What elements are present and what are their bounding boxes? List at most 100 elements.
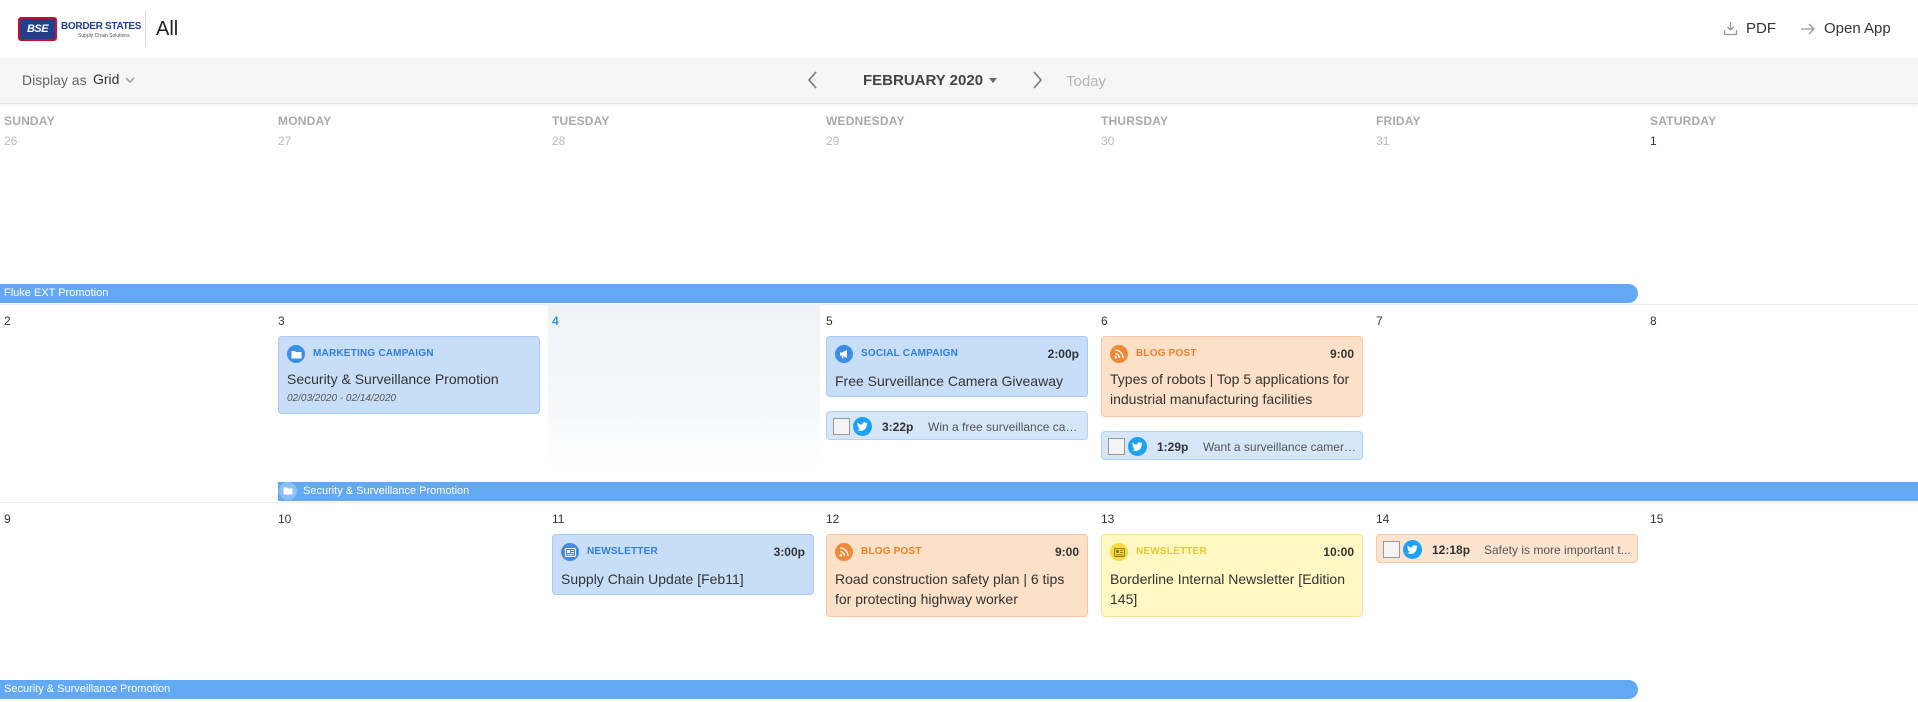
logo-name: BORDER STATES xyxy=(61,21,142,32)
weekday-header: WEDNESDAY xyxy=(826,114,905,128)
social-post-twitter[interactable]: 1:29p Want a surveillance camera... xyxy=(1101,431,1363,460)
event-bar-label: Security & Surveillance Promotion xyxy=(303,485,470,497)
display-as-value: Grid xyxy=(93,71,120,87)
day-number[interactable]: 14 xyxy=(1376,512,1389,526)
event-title: Borderline Internal Newsletter [Edition … xyxy=(1110,571,1346,607)
day-number[interactable]: 26 xyxy=(4,134,17,148)
event-type: SOCIAL CAMPAIGN xyxy=(861,348,959,359)
caret-down-icon xyxy=(989,78,998,83)
chevron-right-icon xyxy=(1030,71,1044,94)
pdf-button[interactable]: PDF xyxy=(1723,20,1776,37)
day-number[interactable]: 11 xyxy=(552,512,564,526)
today-highlight xyxy=(548,304,820,469)
event-card-newsletter[interactable]: NEWSLETTER 10:00 Borderline Internal New… xyxy=(1101,534,1363,617)
event-date-range: 02/03/2020 - 02/14/2020 xyxy=(287,393,396,404)
event-time: 3:00p xyxy=(773,545,805,559)
open-app-button[interactable]: Open App xyxy=(1800,20,1891,37)
folder-icon xyxy=(279,482,297,500)
event-time: 9:00 xyxy=(1329,347,1354,361)
calendar-toolbar: Display as Grid FEBRUARY 2020 Today xyxy=(0,58,1918,104)
day-number[interactable]: 9 xyxy=(4,512,11,526)
day-number[interactable]: 28 xyxy=(552,134,565,148)
weekday-header: FRIDAY xyxy=(1376,114,1421,128)
today-button[interactable]: Today xyxy=(1066,73,1106,90)
event-type: BLOG POST xyxy=(1136,348,1197,359)
event-bar-security-promotion[interactable]: Security & Surveillance Promotion xyxy=(278,482,1918,501)
next-month-button[interactable] xyxy=(1030,70,1044,95)
event-title: Types of robots | Top 5 applications for… xyxy=(1110,371,1350,407)
event-title: Free Surveillance Camera Giveaway xyxy=(835,373,1063,389)
rss-icon xyxy=(1110,345,1128,363)
header-divider xyxy=(145,11,146,46)
day-number[interactable]: 29 xyxy=(826,134,839,148)
event-type: MARKETING CAMPAIGN xyxy=(313,348,434,359)
day-number-today[interactable]: 4 xyxy=(552,314,559,328)
day-number[interactable]: 8 xyxy=(1650,314,1657,328)
event-time: 10:00 xyxy=(1323,545,1354,559)
calendar-grid: SUNDAY MONDAY TUESDAY WEDNESDAY THURSDAY… xyxy=(0,104,1918,702)
post-text: Safety is more important t... xyxy=(1484,543,1631,557)
event-time: 9:00 xyxy=(1054,545,1079,559)
arrow-right-icon xyxy=(1800,22,1816,36)
day-number[interactable]: 15 xyxy=(1650,512,1663,526)
border-states-logo[interactable]: BSE BORDER STATES Supply Chain Solutions xyxy=(18,17,141,41)
weekday-header: MONDAY xyxy=(278,114,332,128)
day-number[interactable]: 10 xyxy=(278,512,291,526)
newsletter-icon xyxy=(1110,543,1128,561)
social-post-twitter[interactable]: 3:22p Win a free surveillance cam... xyxy=(826,411,1088,440)
weekday-header: SUNDAY xyxy=(4,114,55,128)
logo-badge: BSE xyxy=(18,17,57,41)
app-header: BSE BORDER STATES Supply Chain Solutions… xyxy=(0,0,1918,58)
day-number[interactable]: 7 xyxy=(1376,314,1383,328)
day-number[interactable]: 13 xyxy=(1101,512,1114,526)
post-text: Want a surveillance camera... xyxy=(1203,440,1357,454)
event-bar-security-promotion[interactable]: Security & Surveillance Promotion xyxy=(0,680,1638,699)
event-bar-fluke-ext-promotion[interactable]: Fluke EXT Promotion xyxy=(0,284,1638,303)
broken-image-icon xyxy=(1383,541,1400,558)
display-as-dropdown[interactable]: Grid xyxy=(93,71,135,87)
event-card-blog-post[interactable]: BLOG POST 9:00 Road construction safety … xyxy=(826,534,1088,617)
download-icon xyxy=(1723,21,1738,36)
megaphone-icon xyxy=(835,345,853,363)
day-number[interactable]: 30 xyxy=(1101,134,1114,148)
twitter-icon xyxy=(1403,540,1422,559)
previous-month-button[interactable] xyxy=(806,70,820,95)
chevron-left-icon xyxy=(806,71,820,94)
twitter-icon xyxy=(1128,437,1147,456)
event-card-social-campaign[interactable]: SOCIAL CAMPAIGN 2:00p Free Surveillance … xyxy=(826,336,1088,397)
event-type: BLOG POST xyxy=(861,546,922,557)
weekday-header: SATURDAY xyxy=(1650,114,1717,128)
folder-icon xyxy=(287,345,305,363)
day-number[interactable]: 2 xyxy=(4,314,11,328)
event-card-newsletter[interactable]: NEWSLETTER 3:00p Supply Chain Update [Fe… xyxy=(552,534,814,595)
rss-icon xyxy=(835,543,853,561)
day-number[interactable]: 31 xyxy=(1376,134,1389,148)
event-title: Security & Surveillance Promotion xyxy=(287,371,499,387)
event-title: Supply Chain Update [Feb11] xyxy=(561,571,744,587)
logo-tagline: Supply Chain Solutions xyxy=(78,33,130,39)
broken-image-icon xyxy=(833,418,850,435)
day-number[interactable]: 5 xyxy=(826,314,833,328)
social-post-twitter[interactable]: 12:18p Safety is more important t... xyxy=(1376,534,1638,563)
month-selector[interactable]: FEBRUARY 2020 xyxy=(863,72,998,89)
display-as-label: Display as xyxy=(22,72,87,88)
event-type: NEWSLETTER xyxy=(587,546,658,557)
weekday-header: TUESDAY xyxy=(552,114,610,128)
day-number[interactable]: 3 xyxy=(278,314,285,328)
day-number[interactable]: 1 xyxy=(1650,134,1657,148)
chevron-down-icon xyxy=(125,71,135,87)
event-card-marketing-campaign[interactable]: MARKETING CAMPAIGN Security & Surveillan… xyxy=(278,336,540,414)
week-divider xyxy=(0,502,1918,503)
event-card-blog-post[interactable]: BLOG POST 9:00 Types of robots | Top 5 a… xyxy=(1101,336,1363,417)
event-title: Road construction safety plan | 6 tips f… xyxy=(835,571,1065,607)
day-number[interactable]: 27 xyxy=(278,134,291,148)
pdf-label: PDF xyxy=(1746,20,1776,37)
broken-image-icon xyxy=(1108,438,1125,455)
post-time: 12:18p xyxy=(1432,543,1471,557)
weekday-header: THURSDAY xyxy=(1101,114,1169,128)
twitter-icon xyxy=(853,417,872,436)
day-number[interactable]: 12 xyxy=(826,512,839,526)
post-text: Win a free surveillance cam... xyxy=(928,420,1082,434)
week-divider xyxy=(0,304,1918,305)
day-number[interactable]: 6 xyxy=(1101,314,1108,328)
